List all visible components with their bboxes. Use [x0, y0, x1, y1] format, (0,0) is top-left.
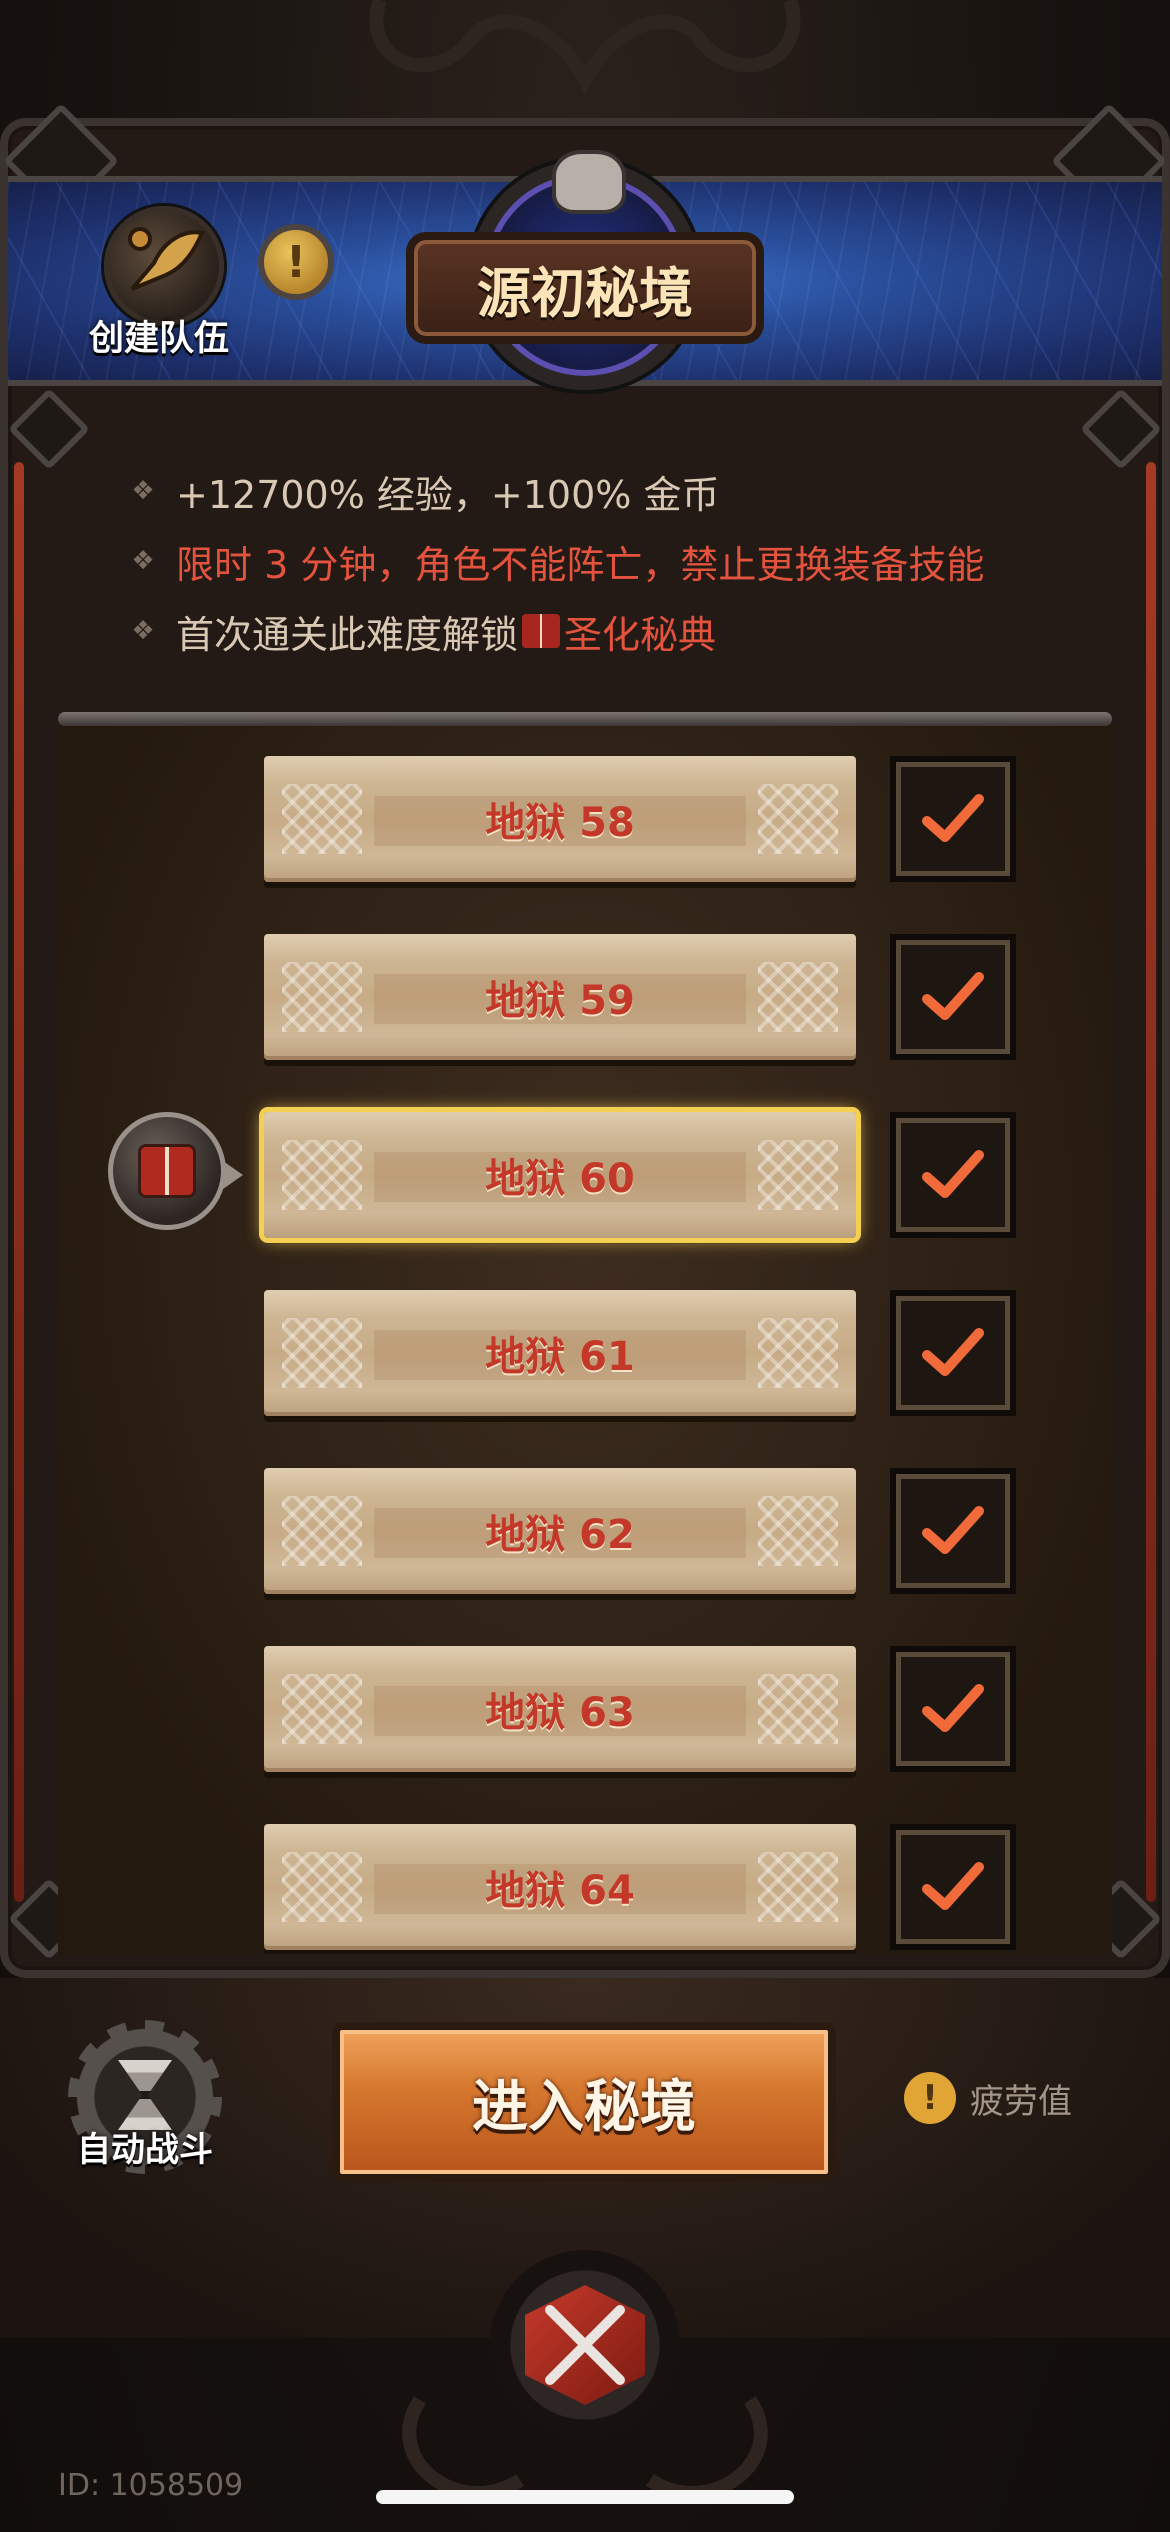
- checkmark-glyph: [922, 1328, 984, 1376]
- auto-battle-button[interactable]: 自动战斗: [60, 2020, 230, 2180]
- level-button[interactable]: 地狱 61: [264, 1290, 856, 1416]
- level-button[interactable]: 地狱 59: [264, 934, 856, 1060]
- frame-left-accent: [14, 462, 24, 1902]
- title-emblem: 源初秘境: [406, 150, 764, 390]
- checkmark-glyph: [922, 972, 984, 1020]
- checkmark-glyph: [922, 1862, 984, 1910]
- create-team-button[interactable]: 创建队伍: [84, 206, 234, 359]
- close-button[interactable]: [490, 2250, 680, 2440]
- info-line-unlock: ❖ 首次通关此难度解锁 圣化秘典: [130, 596, 1070, 666]
- skull-icon: [552, 150, 626, 214]
- current-level-marker: [108, 1112, 243, 1230]
- bullet-icon: ❖: [131, 476, 155, 506]
- info-line-rewards: ❖ +12700% 经验，+100% 金币: [130, 456, 1070, 526]
- level-list[interactable]: 地狱 58 地狱 59 地狱 60 地狱 61 地狱 62 地狱 63 地狱 6…: [58, 726, 1112, 1954]
- level-row: 地狱 63: [58, 1646, 1112, 1778]
- checkmark-glyph: [922, 1150, 984, 1198]
- bullet-icon: ❖: [131, 546, 155, 576]
- bullet-icon: ❖: [131, 616, 155, 646]
- completed-check-icon: [890, 1824, 1016, 1950]
- level-label: 地狱 61: [485, 1334, 635, 1380]
- level-button[interactable]: 地狱 62: [264, 1468, 856, 1594]
- horn-glyph: [128, 227, 205, 291]
- level-button[interactable]: 地狱 58: [264, 756, 856, 882]
- level-row: 地狱 62: [58, 1468, 1112, 1600]
- info-unlock-item: 圣化秘典: [564, 612, 717, 657]
- dungeon-select-screen: 创建队伍 ! 源初秘境 ❖ +12700% 经验，+100% 金币 ❖ 限时 3…: [0, 0, 1170, 2532]
- level-row: 地狱 61: [58, 1290, 1112, 1422]
- completed-check-icon: [890, 1112, 1016, 1238]
- divider: [58, 712, 1112, 726]
- completed-check-icon: [890, 934, 1016, 1060]
- horn-icon: [104, 206, 224, 326]
- close-icon: [525, 2285, 645, 2405]
- level-label: 地狱 63: [485, 1690, 635, 1736]
- info-rules-text: 限时 3 分钟，角色不能阵亡，禁止更换装备技能: [176, 542, 985, 587]
- level-label: 地狱 62: [485, 1512, 635, 1558]
- checkmark-glyph: [922, 1506, 984, 1554]
- book-icon: [522, 614, 561, 648]
- crossed-swords-glyph: [545, 2305, 625, 2385]
- checkmark-glyph: [922, 1684, 984, 1732]
- checkmark-glyph: [922, 794, 984, 842]
- completed-check-icon: [890, 1468, 1016, 1594]
- frame-right-accent: [1146, 462, 1156, 1902]
- completed-check-icon: [890, 1646, 1016, 1772]
- level-label: 地狱 60: [485, 1156, 635, 1202]
- info-unlock-prefix: 首次通关此难度解锁: [176, 612, 519, 657]
- exclamation-icon[interactable]: !: [258, 224, 334, 300]
- auto-battle-label: 自动战斗: [77, 2130, 213, 2170]
- level-button[interactable]: 地狱 64: [264, 1824, 856, 1950]
- create-team-label: 创建队伍: [88, 319, 229, 359]
- level-button-selected[interactable]: 地狱 60: [259, 1107, 861, 1243]
- book-icon: [141, 1147, 193, 1195]
- page-title: 源初秘境: [406, 232, 764, 344]
- level-row: 地狱 64: [58, 1824, 1112, 1954]
- enter-dungeon-button[interactable]: 进入秘境: [332, 2022, 836, 2182]
- dungeon-info: ❖ +12700% 经验，+100% 金币 ❖ 限时 3 分钟，角色不能阵亡，禁…: [130, 456, 1070, 666]
- info-line-rules: ❖ 限时 3 分钟，角色不能阵亡，禁止更换装备技能: [130, 526, 1070, 596]
- level-label: 地狱 58: [485, 800, 635, 846]
- exclamation-icon: !: [904, 2072, 956, 2124]
- level-row: 地狱 59: [58, 934, 1112, 1066]
- level-label: 地狱 59: [485, 978, 635, 1024]
- user-id: ID: 1058509: [58, 2468, 244, 2503]
- level-button[interactable]: 地狱 63: [264, 1646, 856, 1772]
- level-row: 地狱 60: [58, 1107, 1112, 1244]
- completed-check-icon: [890, 1290, 1016, 1416]
- level-label: 地狱 64: [485, 1868, 635, 1914]
- completed-check-icon: [890, 756, 1016, 882]
- fatigue-label: 疲劳值: [970, 2081, 1072, 2122]
- level-row: 地狱 58: [58, 756, 1112, 888]
- home-indicator[interactable]: [376, 2490, 794, 2504]
- fatigue-info[interactable]: ! 疲劳值: [904, 2070, 1072, 2126]
- info-rewards-text: +12700% 经验，+100% 金币: [176, 472, 720, 517]
